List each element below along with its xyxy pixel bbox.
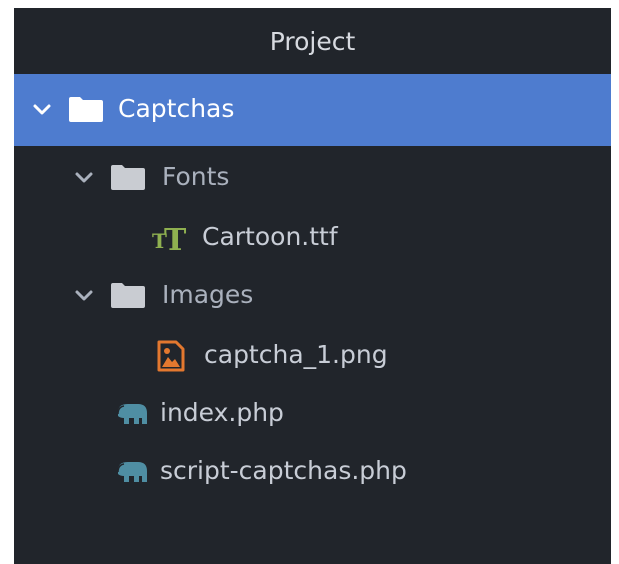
tree-item-cartoon-ttf[interactable]: T T Cartoon.ttf <box>14 208 611 268</box>
folder-open-icon <box>69 97 103 122</box>
tree-item-label: index.php <box>160 398 284 427</box>
chevron-down-icon[interactable] <box>74 286 94 306</box>
tree-item-captcha-png[interactable]: captcha_1.png <box>14 326 611 386</box>
tree-item-script-captchas-php[interactable]: script-captchas.php <box>14 442 611 502</box>
tree-item-label: Fonts <box>162 162 230 191</box>
folder-icon <box>111 165 145 190</box>
tree-item-fonts[interactable]: Fonts <box>14 148 611 208</box>
tree-item-captchas[interactable]: Captchas <box>14 74 611 146</box>
tree-item-images[interactable]: Images <box>14 266 611 326</box>
tree-item-label: Cartoon.ttf <box>202 222 338 251</box>
tree-item-label: Images <box>162 280 254 309</box>
php-elephant-icon <box>117 404 147 424</box>
folder-icon <box>111 283 145 308</box>
chevron-down-icon[interactable] <box>74 168 94 188</box>
chevron-down-icon[interactable] <box>32 100 52 120</box>
font-file-icon: T T <box>152 223 187 254</box>
image-file-icon <box>157 340 185 372</box>
project-panel: Project Captchas Fonts T T Cartoon.ttf I… <box>14 8 611 564</box>
tree-item-label: script-captchas.php <box>160 456 407 485</box>
svg-text:T: T <box>164 223 187 254</box>
panel-title: Project <box>269 26 356 56</box>
php-elephant-icon <box>117 462 147 482</box>
tree-item-label: Captchas <box>118 94 235 123</box>
tree-item-label: captcha_1.png <box>204 340 388 369</box>
tree-item-index-php[interactable]: index.php <box>14 384 611 444</box>
